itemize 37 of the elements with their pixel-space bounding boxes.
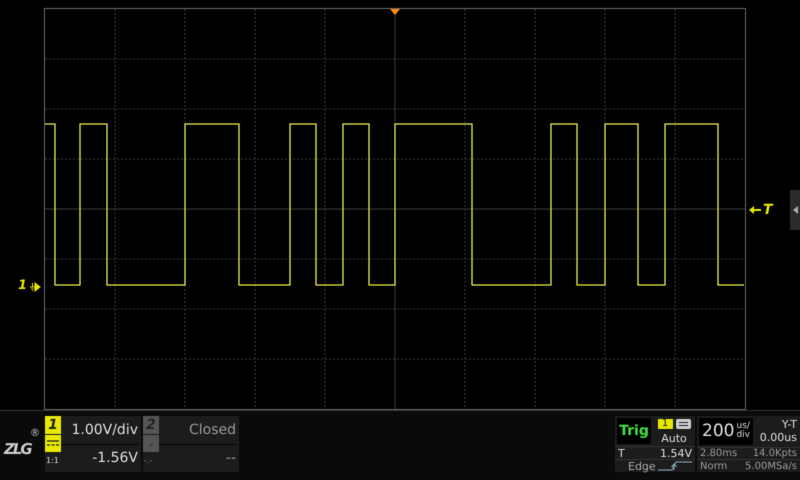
trigger-status: Trig xyxy=(617,418,651,444)
trigger-level-label: T xyxy=(618,446,625,460)
ground-arrow-icon xyxy=(29,282,41,292)
acquire-mode: Norm xyxy=(700,460,728,472)
probe-ratio: 1:1 xyxy=(45,455,60,467)
vertical-offset: -- xyxy=(226,449,236,468)
channel-number: 1 xyxy=(45,416,61,434)
memory-depth: 14.0Kpts xyxy=(752,448,797,460)
trigger-level-marker: T xyxy=(763,202,773,218)
arrow-left-icon xyxy=(749,206,761,214)
channel-marker: 1 xyxy=(18,278,28,294)
display-mode: Y-T xyxy=(782,418,797,432)
division-unit: div xyxy=(736,431,750,440)
brand-logo: ZLG xyxy=(4,440,31,458)
trigger-position-icon xyxy=(390,9,400,15)
side-panel-tab[interactable] xyxy=(790,190,800,230)
coupling-icon xyxy=(676,418,690,428)
dc-coupling-icon xyxy=(47,440,59,447)
vertical-scale: 1.00V/div xyxy=(61,416,138,445)
caret-left-icon xyxy=(792,206,798,214)
channel-panel[interactable]: 1 1:1 1.00V/div -1.56V xyxy=(45,416,141,472)
trigger-source: 1 xyxy=(658,418,672,428)
rising-edge-icon xyxy=(658,461,692,471)
registered-mark: ® xyxy=(30,428,40,439)
vertical-offset: -1.56V xyxy=(92,449,138,468)
horizontal-delay: 0.00us xyxy=(760,431,797,444)
trigger-panel[interactable]: Trig 1 Auto T 1.54V Edge xyxy=(615,416,695,472)
time-unit: us/ xyxy=(736,422,750,432)
channel-status: Closed xyxy=(159,416,236,445)
trigger-type: Edge xyxy=(627,460,656,472)
probe-ratio: -.- xyxy=(143,455,154,467)
timebase-value: 200 xyxy=(702,421,734,442)
trigger-mode: Auto xyxy=(661,431,687,446)
sample-rate: 5.00MSa/s xyxy=(745,460,797,472)
coupling-indicator: - xyxy=(143,435,159,452)
record-duration: 2.80ms xyxy=(700,448,738,460)
trigger-level: 1.54V xyxy=(660,446,692,460)
